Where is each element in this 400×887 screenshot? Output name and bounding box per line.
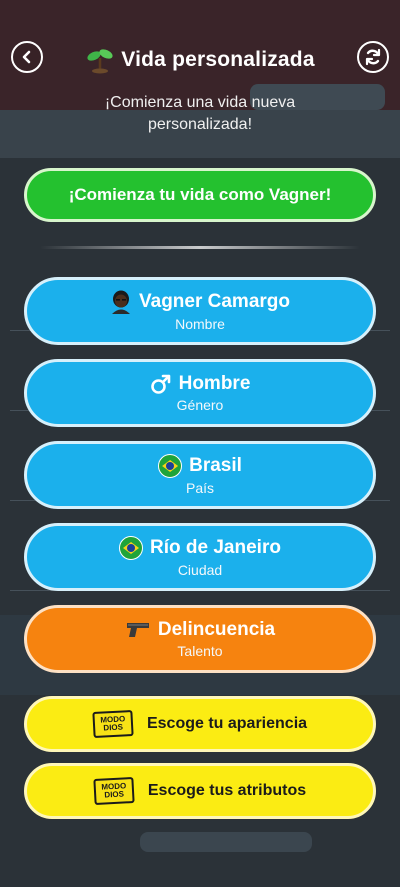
- choose-attributes-button[interactable]: MODO DIOS Escoge tus atributos: [24, 763, 376, 819]
- gender-option-main: Hombre: [150, 373, 251, 395]
- city-option-button[interactable]: Río de Janeiro Ciudad: [24, 523, 376, 591]
- talent-option-main: Delincuencia: [125, 619, 275, 641]
- refresh-icon: [365, 48, 381, 66]
- god-mode-badge-icon: MODO DIOS: [93, 776, 135, 806]
- title-row: Vida personalizada: [0, 44, 400, 76]
- start-life-button[interactable]: ¡Comienza tu vida como Vagner!: [24, 168, 376, 222]
- city-caption: Ciudad: [177, 562, 223, 578]
- page-title: Vida personalizada: [121, 48, 315, 71]
- country-option-main: Brasil: [158, 454, 242, 478]
- avatar-icon: [112, 290, 130, 314]
- name-option-button[interactable]: Vagner Camargo Nombre: [24, 277, 376, 345]
- choose-appearance-label: Escoge tu apariencia: [146, 715, 308, 732]
- god-mode-badge-line2: DIOS: [104, 789, 125, 800]
- god-mode-badge-icon: MODO DIOS: [92, 709, 134, 739]
- city-option-main: Río de Janeiro: [119, 536, 281, 560]
- god-mode-badge-line2: DIOS: [103, 722, 124, 733]
- pistol-icon: [126, 623, 149, 637]
- divider: [40, 246, 360, 249]
- gender-caption: Género: [176, 397, 224, 413]
- brazil-flag-icon: [158, 454, 183, 478]
- talent-caption: Talento: [177, 643, 223, 659]
- talent-value: Delincuencia: [157, 619, 276, 640]
- brazil-flag-icon: [119, 536, 144, 560]
- country-option-button[interactable]: Brasil País: [24, 441, 376, 509]
- header: Vida personalizada ¡Comienza una vida nu…: [0, 0, 400, 150]
- name-option-main: Vagner Camargo: [110, 290, 290, 314]
- background-pill: [140, 832, 312, 852]
- name-value: Vagner Camargo: [139, 291, 290, 312]
- choose-appearance-button[interactable]: MODO DIOS Escoge tu apariencia: [24, 696, 376, 752]
- talent-option-button[interactable]: Delincuencia Talento: [24, 605, 376, 673]
- name-caption: Nombre: [175, 316, 225, 332]
- choose-attributes-label: Escoge tus atributos: [147, 782, 307, 799]
- country-caption: País: [185, 480, 214, 496]
- refresh-button[interactable]: [357, 41, 389, 73]
- gender-option-button[interactable]: Hombre Género: [24, 359, 376, 427]
- city-value: Río de Janeiro: [150, 537, 281, 558]
- gender-value: Hombre: [178, 373, 251, 394]
- page-subtitle: ¡Comienza una vida nueva personalizada!: [104, 94, 296, 133]
- country-value: Brasil: [189, 455, 242, 476]
- male-symbol-icon: [150, 374, 170, 394]
- sprout-icon: [87, 49, 113, 74]
